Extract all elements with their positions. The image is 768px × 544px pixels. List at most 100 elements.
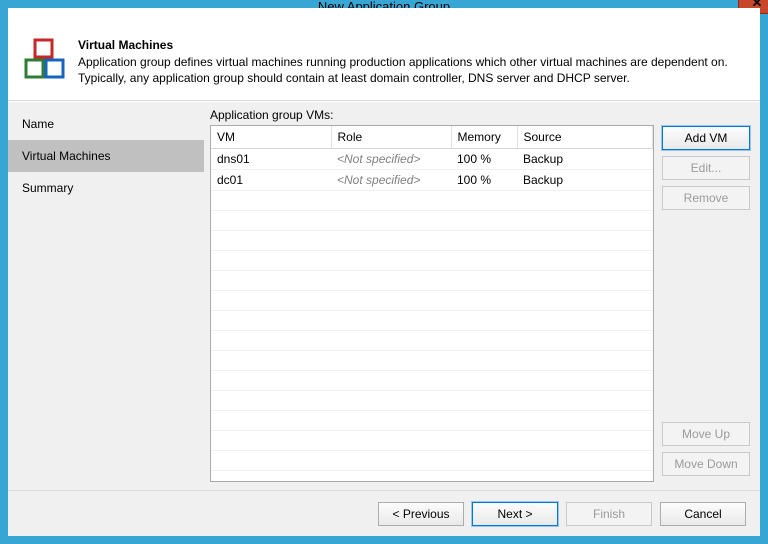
cell-vm bbox=[211, 451, 331, 471]
table-row bbox=[211, 231, 653, 251]
cell-role bbox=[331, 411, 451, 431]
cell-memory bbox=[451, 431, 517, 451]
table-row bbox=[211, 411, 653, 431]
cell-role bbox=[331, 211, 451, 231]
cell-memory bbox=[451, 291, 517, 311]
cell-source bbox=[517, 271, 653, 291]
cell-vm: dc01 bbox=[211, 170, 331, 191]
cell-memory bbox=[451, 231, 517, 251]
vm-table[interactable]: VM Role Memory Source dns01<Not specifie… bbox=[210, 125, 654, 482]
cell-vm bbox=[211, 411, 331, 431]
cell-role bbox=[331, 271, 451, 291]
cell-role bbox=[331, 431, 451, 451]
sidebar-item-label: Summary bbox=[22, 181, 73, 195]
page-description: Application group defines virtual machin… bbox=[78, 54, 742, 86]
cell-memory bbox=[451, 391, 517, 411]
cell-vm bbox=[211, 251, 331, 271]
remove-button[interactable]: Remove bbox=[662, 186, 750, 210]
sidebar-item-virtual-machines[interactable]: Virtual Machines bbox=[8, 140, 204, 172]
cell-source bbox=[517, 371, 653, 391]
table-row[interactable]: dc01<Not specified>100 %Backup bbox=[211, 170, 653, 191]
edit-button[interactable]: Edit... bbox=[662, 156, 750, 180]
cell-source bbox=[517, 191, 653, 211]
finish-button[interactable]: Finish bbox=[566, 502, 652, 526]
cell-source bbox=[517, 211, 653, 231]
cell-role bbox=[331, 371, 451, 391]
cell-vm bbox=[211, 211, 331, 231]
cell-memory bbox=[451, 191, 517, 211]
col-vm[interactable]: VM bbox=[211, 126, 331, 149]
cell-role bbox=[331, 391, 451, 411]
cell-vm bbox=[211, 291, 331, 311]
table-label: Application group VMs: bbox=[210, 108, 654, 122]
cell-memory bbox=[451, 251, 517, 271]
table-row bbox=[211, 331, 653, 351]
cell-source bbox=[517, 351, 653, 371]
move-down-button[interactable]: Move Down bbox=[662, 452, 750, 476]
cell-vm bbox=[211, 191, 331, 211]
page-heading: Virtual Machines bbox=[78, 38, 742, 52]
cell-source bbox=[517, 431, 653, 451]
cell-memory bbox=[451, 371, 517, 391]
cell-source: Backup bbox=[517, 149, 653, 170]
cell-source bbox=[517, 251, 653, 271]
table-row bbox=[211, 191, 653, 211]
table-row bbox=[211, 291, 653, 311]
vm-group-icon bbox=[24, 38, 66, 80]
cell-memory bbox=[451, 451, 517, 471]
next-button[interactable]: Next > bbox=[472, 502, 558, 526]
cell-role bbox=[331, 351, 451, 371]
cell-role bbox=[331, 251, 451, 271]
cell-memory: 100 % bbox=[451, 170, 517, 191]
table-row bbox=[211, 451, 653, 471]
cell-source: Backup bbox=[517, 170, 653, 191]
table-row bbox=[211, 251, 653, 271]
cell-memory bbox=[451, 211, 517, 231]
col-role[interactable]: Role bbox=[331, 126, 451, 149]
cell-role bbox=[331, 191, 451, 211]
sidebar-item-label: Virtual Machines bbox=[22, 149, 111, 163]
cell-vm bbox=[211, 351, 331, 371]
col-memory[interactable]: Memory bbox=[451, 126, 517, 149]
table-row bbox=[211, 391, 653, 411]
cell-source bbox=[517, 331, 653, 351]
cell-vm: dns01 bbox=[211, 149, 331, 170]
cell-vm bbox=[211, 331, 331, 351]
cell-vm bbox=[211, 391, 331, 411]
cell-role: <Not specified> bbox=[331, 149, 451, 170]
table-row bbox=[211, 211, 653, 231]
cell-role: <Not specified> bbox=[331, 170, 451, 191]
cell-role bbox=[331, 231, 451, 251]
cell-vm bbox=[211, 371, 331, 391]
table-row bbox=[211, 311, 653, 331]
wizard-steps: Name Virtual Machines Summary bbox=[8, 102, 204, 490]
sidebar-item-label: Name bbox=[22, 117, 54, 131]
cell-source bbox=[517, 311, 653, 331]
cell-memory bbox=[451, 411, 517, 431]
table-row bbox=[211, 271, 653, 291]
table-row[interactable]: dns01<Not specified>100 %Backup bbox=[211, 149, 653, 170]
previous-button[interactable]: < Previous bbox=[378, 502, 464, 526]
cell-memory bbox=[451, 271, 517, 291]
wizard-header: Virtual Machines Application group defin… bbox=[8, 28, 760, 101]
cell-memory: 100 % bbox=[451, 149, 517, 170]
cell-role bbox=[331, 291, 451, 311]
cell-source bbox=[517, 451, 653, 471]
table-row bbox=[211, 431, 653, 451]
cell-vm bbox=[211, 311, 331, 331]
cell-vm bbox=[211, 231, 331, 251]
cell-memory bbox=[451, 351, 517, 371]
cancel-button[interactable]: Cancel bbox=[660, 502, 746, 526]
cell-source bbox=[517, 231, 653, 251]
cell-memory bbox=[451, 311, 517, 331]
wizard-footer: < Previous Next > Finish Cancel bbox=[8, 490, 760, 536]
col-source[interactable]: Source bbox=[517, 126, 653, 149]
cell-role bbox=[331, 451, 451, 471]
sidebar-item-name[interactable]: Name bbox=[8, 108, 204, 140]
cell-vm bbox=[211, 431, 331, 451]
add-vm-button[interactable]: Add VM bbox=[662, 126, 750, 150]
move-up-button[interactable]: Move Up bbox=[662, 422, 750, 446]
cell-role bbox=[331, 331, 451, 351]
sidebar-item-summary[interactable]: Summary bbox=[8, 172, 204, 204]
cell-role bbox=[331, 311, 451, 331]
